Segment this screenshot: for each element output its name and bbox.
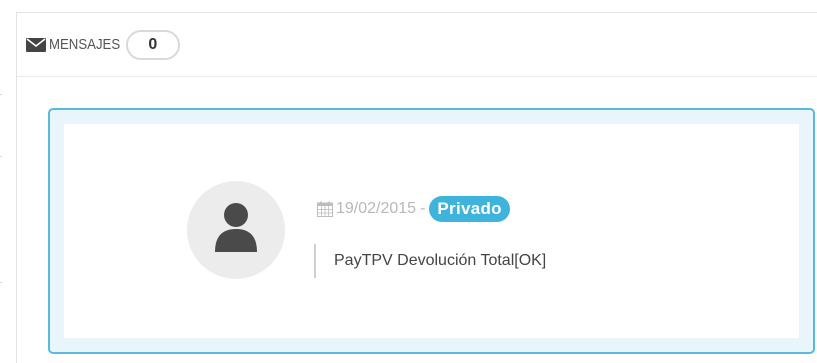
message-meta: 19/02/2015 - Privado [316,196,510,222]
message-text: PayTPV Devolución Total[OK] [314,244,546,278]
message-card: 19/02/2015 - Privado PayTPV Devolución T… [48,108,815,354]
private-badge: Privado [429,196,510,222]
message-count-badge: 0 [125,29,180,60]
envelope-icon [26,35,46,55]
calendar-icon [316,200,334,218]
meta-separator: - [420,200,426,217]
panel-heading: MENSAJES 0 [17,13,817,77]
avatar [187,181,285,279]
panel-title: MENSAJES [49,36,121,53]
message-date: 19/02/2015 [336,200,417,217]
edge-divider [0,94,2,95]
message-body: 19/02/2015 - Privado PayTPV Devolución T… [64,124,799,338]
edge-divider [0,156,2,157]
page: MENSAJES 0 19/02/2015 - Privado PayTPV D… [0,0,817,363]
user-icon [213,202,259,259]
edge-divider [0,282,2,283]
